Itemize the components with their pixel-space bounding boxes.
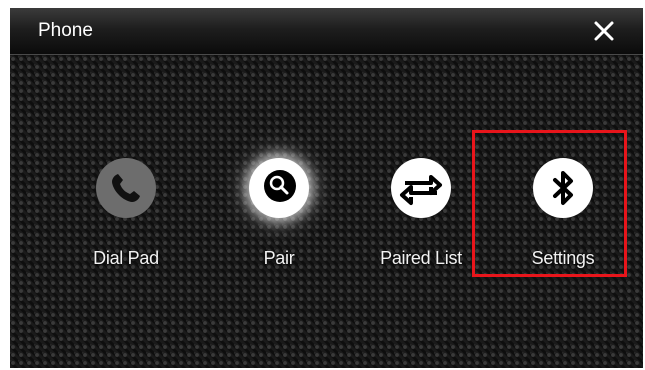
pair-icon-circle — [249, 158, 309, 218]
settings-label: Settings — [531, 248, 595, 268]
title-bar: Phone — [10, 8, 643, 55]
search-icon — [264, 170, 296, 202]
bluetooth-icon — [553, 171, 573, 205]
pair-label: Pair — [263, 248, 295, 268]
pair-button[interactable]: Pair — [209, 158, 349, 288]
dial-pad-button[interactable]: Dial Pad — [56, 158, 196, 288]
dial-pad-icon-circle — [96, 158, 156, 218]
swap-arrows-icon — [400, 175, 442, 205]
dial-pad-label: Dial Pad — [93, 248, 159, 268]
phone-screen: Phone Dial Pad Pair Paired List Settings — [10, 8, 643, 368]
settings-button[interactable]: Settings — [493, 158, 633, 288]
paired-list-icon-circle — [391, 158, 451, 218]
paired-list-label: Paired List — [380, 248, 462, 268]
settings-icon-circle — [533, 158, 593, 218]
close-icon — [594, 21, 614, 41]
page-title: Phone — [38, 20, 93, 41]
phone-icon — [112, 174, 140, 202]
paired-list-button[interactable]: Paired List — [351, 158, 491, 288]
close-button[interactable] — [591, 18, 617, 44]
